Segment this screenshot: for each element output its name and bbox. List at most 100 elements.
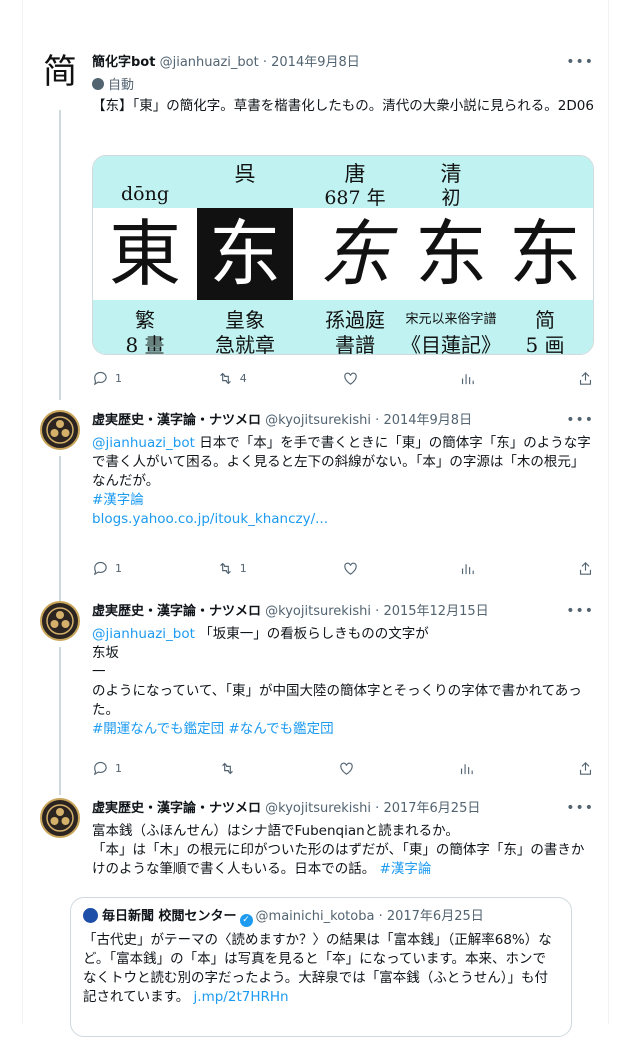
action-bar: 1 4	[92, 368, 594, 388]
quoted-link[interactable]: j.mp/2t7HRHn	[194, 989, 289, 1005]
more-icon[interactable]: •••	[566, 412, 594, 428]
like-button[interactable]	[342, 560, 365, 577]
views-icon	[462, 563, 474, 574]
tweet-text: 【东】「東」の簡化字。草書を楷書化したもの。清代の大衆小説に見られる。2D06	[92, 98, 594, 114]
glyph: 东	[508, 212, 581, 296]
like-button[interactable]	[338, 760, 361, 777]
author-name[interactable]: 虚実歴史・漢字論・ナツメロ	[92, 604, 261, 619]
timestamp[interactable]: 2017年6月25日	[383, 801, 480, 816]
quoted-timestamp[interactable]: 2017年6月25日	[387, 909, 484, 924]
views-button[interactable]	[459, 370, 482, 387]
retweet-button[interactable]: 1	[217, 560, 247, 577]
thread-line	[59, 456, 61, 601]
views-icon	[460, 763, 473, 774]
hashtag-link[interactable]: #漢字論	[92, 491, 594, 510]
separator-dot: ·	[375, 801, 380, 816]
author-handle[interactable]: @kyojitsurekishi	[265, 413, 371, 428]
author-handle[interactable]: @jianhuazi_bot	[160, 55, 259, 70]
share-icon	[579, 371, 592, 385]
share-icon	[579, 761, 592, 775]
heart-icon	[340, 762, 353, 775]
avatar[interactable]	[40, 798, 80, 838]
reply-icon	[93, 371, 107, 385]
image-label: 呉	[234, 162, 256, 186]
more-icon[interactable]: •••	[566, 603, 594, 619]
retweet-icon	[219, 372, 231, 384]
action-bar: 1 1	[92, 558, 594, 578]
retweet-button[interactable]	[219, 760, 242, 777]
share-icon	[579, 561, 592, 575]
author-name[interactable]: 虚実歴史・漢字論・ナツメロ	[92, 413, 261, 428]
heart-icon	[343, 562, 357, 575]
image-label: 急就章	[215, 333, 275, 355]
avatar[interactable]: 简	[40, 52, 80, 92]
bot-icon	[92, 77, 104, 90]
quoted-author-name[interactable]: 毎日新聞 校閲センター	[102, 909, 237, 924]
author-name[interactable]: 虚実歴史・漢字論・ナツメロ	[92, 801, 261, 816]
hashtag-link[interactable]: #漢字論	[380, 861, 432, 877]
tweet-text: 东坂	[92, 645, 119, 661]
share-button[interactable]	[577, 760, 594, 777]
retweet-icon	[219, 562, 231, 574]
crest-icon	[46, 607, 74, 635]
tweet[interactable]: 虚実歴史・漢字論・ナツメロ @kyojitsurekishi · 2015年12…	[22, 601, 608, 795]
automated-label: 自動	[92, 74, 594, 93]
glyph: 东	[318, 212, 391, 296]
separator-dot: ·	[375, 413, 380, 428]
separator-dot: ·	[375, 604, 380, 619]
automated-text: 自動	[108, 78, 135, 93]
crest-icon	[46, 804, 74, 832]
retweet-count: 4	[239, 371, 247, 385]
url-link[interactable]: blogs.yahoo.co.jp/itouk_khanczy/...	[92, 510, 594, 529]
hashtag-link[interactable]: #開運なんでも鑑定団 #なんでも鑑定団	[92, 720, 594, 739]
heart-icon	[343, 372, 357, 385]
image-label: 8 畫	[125, 333, 165, 355]
reply-icon	[93, 561, 107, 575]
views-button[interactable]	[459, 560, 482, 577]
reply-button[interactable]: 1	[92, 760, 122, 777]
image-label: 初	[441, 187, 461, 209]
like-button[interactable]	[342, 370, 365, 387]
timestamp[interactable]: 2014年9月8日	[383, 413, 472, 428]
quoted-author-handle[interactable]: @mainichi_kotoba	[256, 909, 375, 924]
reply-button[interactable]: 1	[92, 370, 122, 387]
timestamp[interactable]: 2015年12月15日	[383, 604, 488, 619]
newspaper-icon	[83, 908, 98, 923]
reply-button[interactable]: 1	[92, 560, 122, 577]
tweet[interactable]: 虚実歴史・漢字論・ナツメロ @kyojitsurekishi · 2014年9月…	[22, 410, 608, 601]
author-handle[interactable]: @kyojitsurekishi	[265, 604, 371, 619]
views-button[interactable]	[458, 760, 481, 777]
retweet-count: 1	[239, 561, 247, 575]
reply-count: 1	[115, 561, 122, 575]
timestamp[interactable]: 2014年9月8日	[271, 55, 360, 70]
action-bar: 1	[92, 758, 594, 778]
tweet[interactable]: 简 簡化字bot @jianhuazi_bot · 2014年9月8日 ••• …	[22, 52, 608, 400]
reply-count: 1	[115, 761, 122, 775]
separator-dot: ·	[262, 55, 267, 70]
image-label: 《目蓮記》	[401, 333, 501, 355]
tweet-text: 「本」は「木」の根元に印がついた形のはずだが、「東」の簡体字「东」の書きかけのよ…	[92, 842, 585, 877]
reply-count: 1	[115, 371, 122, 385]
image-label: dōng	[120, 183, 170, 205]
mention-link[interactable]: @jianhuazi_bot	[92, 435, 195, 451]
image-label: 書譜	[335, 333, 375, 355]
retweet-button[interactable]: 4	[217, 370, 247, 387]
retweet-icon	[221, 762, 233, 774]
tweet-image[interactable]: 呉 唐 清 dōng 687 年 初 東 东 东 东 东 繁 皇象 孫過庭 宋元…	[92, 155, 594, 355]
avatar[interactable]	[40, 410, 80, 450]
share-button[interactable]	[577, 560, 594, 577]
more-icon[interactable]: •••	[566, 54, 594, 70]
separator-dot: ·	[378, 909, 383, 924]
share-button[interactable]	[577, 370, 594, 387]
quoted-tweet[interactable]: 毎日新聞 校閲センター ✓ @mainichi_kotoba · 2017年6月25…	[70, 897, 572, 1037]
glyph: 东	[414, 212, 487, 296]
image-label: 5 画	[525, 333, 565, 355]
more-icon[interactable]: •••	[566, 800, 594, 816]
tweet-text: 富本銭（ふほんせん）はシナ語でFubenqianと読まれるか。	[92, 823, 459, 839]
mention-link[interactable]: @jianhuazi_bot	[92, 626, 195, 642]
author-handle[interactable]: @kyojitsurekishi	[265, 801, 371, 816]
avatar[interactable]	[40, 601, 80, 641]
glyph: 東	[108, 212, 181, 296]
thread-line	[59, 647, 61, 795]
author-name[interactable]: 簡化字bot	[92, 55, 155, 70]
